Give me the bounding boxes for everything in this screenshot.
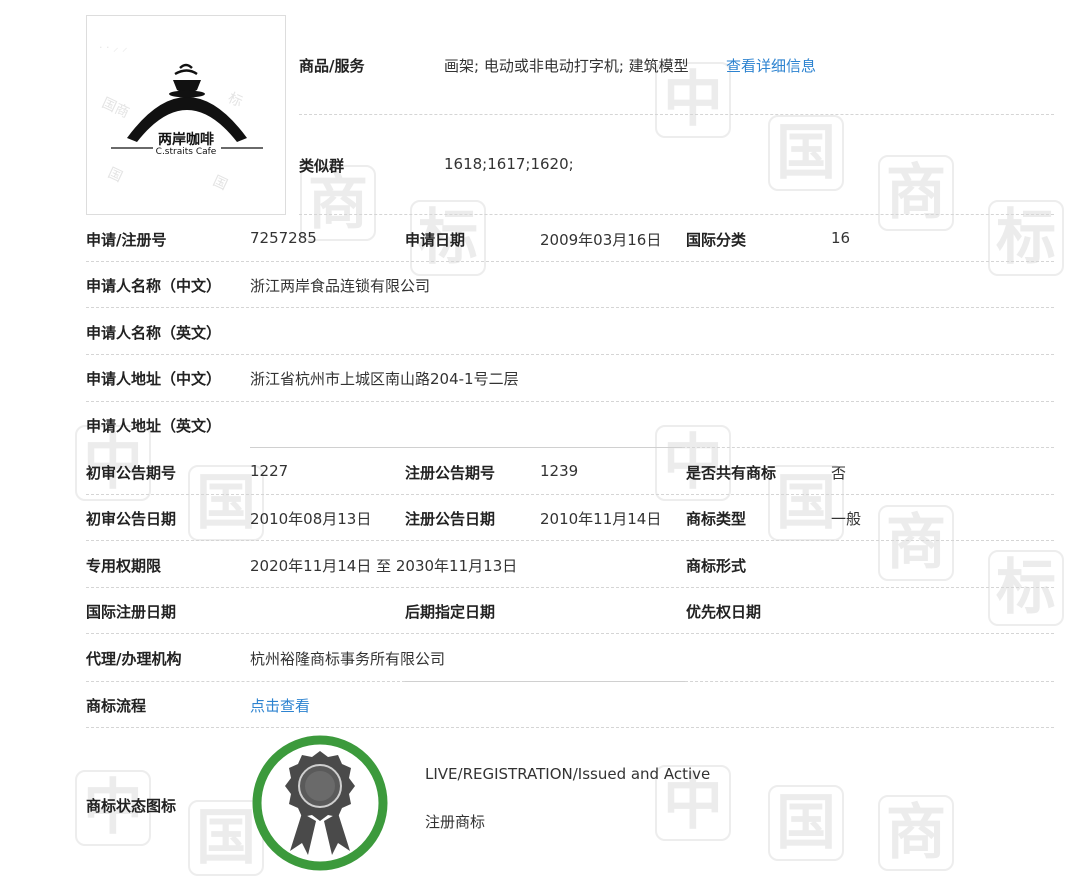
goods-label: 商品/服务: [299, 57, 365, 75]
divider: [86, 494, 1054, 495]
divider: [685, 681, 1054, 682]
divider: [86, 727, 1054, 728]
divider: [86, 633, 1054, 634]
agency-label: 代理/办理机构: [86, 650, 182, 668]
divider: [86, 681, 405, 682]
tm-type-value: 一般: [831, 510, 862, 528]
trademark-logo: · · ⸝ ⸝ 国商 标 国 国 两岸咖啡 C.straits Cafe: [86, 15, 286, 215]
divider: [86, 587, 1054, 588]
applicant-en-label: 申请人名称（英文）: [86, 324, 222, 342]
divider: [250, 447, 682, 448]
shared-label: 是否共有商标: [686, 464, 777, 482]
divider: [86, 401, 1054, 402]
divider: [86, 540, 1054, 541]
status-en: LIVE/REGISTRATION/Issued and Active: [425, 765, 711, 783]
trademark-detail: · · ⸝ ⸝ 国商 标 国 国 两岸咖啡 C.straits Cafe 商品/…: [0, 0, 1080, 871]
logo-name-cn: 两岸咖啡: [158, 132, 214, 148]
applicant-cn-label: 申请人名称（中文）: [86, 277, 222, 295]
address-cn-label: 申请人地址（中文）: [86, 370, 222, 388]
exclusive-label: 专用权期限: [86, 557, 162, 575]
shared-value: 否: [831, 464, 847, 482]
divider: [86, 307, 1054, 308]
coffee-cup-logo-icon: · · ⸝ ⸝ 国商 标 国 国: [99, 41, 263, 194]
reg-date-value: 2010年11月14日: [540, 510, 662, 528]
process-link[interactable]: 点击查看: [250, 695, 310, 716]
tm-type-label: 商标类型: [686, 510, 747, 528]
reg-no-value: 7257285: [250, 229, 317, 247]
intl-class-label: 国际分类: [686, 231, 747, 249]
intl-reg-date-label: 国际注册日期: [86, 603, 177, 621]
svg-text:标: 标: [225, 90, 244, 110]
goods-detail-link[interactable]: 查看详细信息: [726, 55, 816, 76]
similar-group-label: 类似群: [299, 157, 345, 175]
logo-name-en: C.straits Cafe: [155, 147, 217, 157]
tm-form-label: 商标形式: [686, 557, 747, 575]
svg-text:国: 国: [105, 165, 124, 185]
reg-date-label: 注册公告日期: [405, 510, 496, 528]
status-icon-label: 商标状态图标: [86, 797, 177, 815]
svg-text:国: 国: [210, 173, 229, 193]
prelim-date-label: 初审公告日期: [86, 510, 177, 528]
svg-text:· · ⸝ ⸝: · · ⸝ ⸝: [99, 41, 127, 54]
divider: [86, 261, 1054, 262]
later-date-label: 后期指定日期: [405, 603, 496, 621]
prelim-date-value: 2010年08月13日: [250, 510, 372, 528]
reg-issue-label: 注册公告期号: [405, 464, 496, 482]
status-badge-icon: [250, 733, 390, 871]
divider: [299, 114, 1054, 115]
svg-text:国商: 国商: [99, 95, 131, 121]
applicant-cn-value: 浙江两岸食品连锁有限公司: [250, 277, 431, 295]
goods-value: 画架; 电动或非电动打字机; 建筑模型: [444, 57, 689, 75]
prelim-issue-value: 1227: [250, 462, 289, 480]
address-cn-value: 浙江省杭州市上城区南山路204-1号二层: [250, 370, 519, 388]
agency-value: 杭州裕隆商标事务所有限公司: [250, 650, 446, 668]
address-en-label: 申请人地址（英文）: [86, 417, 222, 435]
divider: [682, 447, 1054, 448]
apply-date-label: 申请日期: [405, 231, 466, 249]
apply-date-value: 2009年03月16日: [540, 231, 662, 249]
exclusive-value: 2020年11月14日 至 2030年11月13日: [250, 557, 518, 575]
divider: [405, 681, 685, 682]
reg-no-label: 申请/注册号: [86, 231, 167, 249]
status-cn: 注册商标: [425, 813, 486, 831]
divider: [299, 214, 1054, 215]
intl-class-value: 16: [831, 229, 851, 247]
prelim-issue-label: 初审公告期号: [86, 464, 177, 482]
divider: [86, 354, 1054, 355]
priority-date-label: 优先权日期: [686, 603, 762, 621]
process-label: 商标流程: [86, 697, 147, 715]
similar-group-value: 1618;1617;1620;: [444, 155, 574, 173]
reg-issue-value: 1239: [540, 462, 579, 480]
